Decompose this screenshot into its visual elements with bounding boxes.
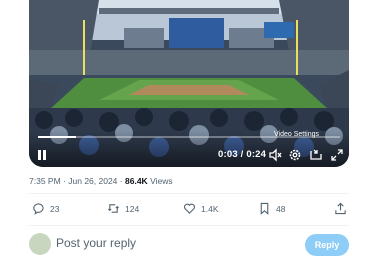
mute-button[interactable] (266, 146, 284, 164)
divider (29, 225, 349, 226)
tweet-time[interactable]: 7:35 PM (29, 176, 61, 186)
heart-icon (184, 203, 195, 214)
avatar[interactable] (29, 233, 51, 255)
reply-icon (33, 203, 44, 215)
share-action[interactable] (334, 202, 347, 215)
pause-button[interactable] (33, 146, 51, 164)
video-settings-button[interactable] (286, 146, 304, 164)
reply-button[interactable]: Reply (305, 234, 349, 256)
repost-action[interactable]: 124 (107, 202, 139, 215)
reply-input[interactable]: Post your reply (56, 236, 136, 250)
meta-separator: · (63, 176, 66, 186)
tweet-date[interactable]: Jun 26, 2024 (68, 176, 117, 186)
fullscreen-button[interactable] (328, 146, 346, 164)
video-time-display: 0:03 / 0:24 (218, 149, 267, 160)
gear-icon (289, 149, 301, 161)
meta-separator: · (119, 176, 123, 186)
pause-icon (38, 150, 46, 160)
reply-action[interactable]: 23 (32, 202, 59, 215)
volume-icon (269, 148, 282, 162)
fullscreen-icon (331, 149, 343, 161)
repost-icon (107, 204, 120, 213)
video-progress-bar[interactable] (38, 136, 340, 138)
bookmark-count: 48 (276, 203, 286, 214)
like-action[interactable]: 1.4K (183, 202, 219, 215)
dock-video-button[interactable] (307, 146, 325, 164)
views-count: 86.4K (125, 176, 148, 186)
repost-count: 124 (125, 203, 140, 214)
views-label: Views (150, 176, 173, 186)
tweet-metadata: 7:35 PM · Jun 26, 2024 · 86.4K Views (29, 176, 173, 186)
divider (29, 193, 349, 194)
bookmark-icon (260, 202, 269, 215)
bookmark-action[interactable]: 48 (258, 202, 285, 215)
dock-icon (310, 149, 322, 160)
like-count: 1.4K (201, 203, 219, 214)
video-progress-fill (38, 136, 76, 138)
share-icon (335, 202, 346, 215)
video-player[interactable] (29, 0, 349, 167)
reply-count: 23 (50, 203, 60, 214)
